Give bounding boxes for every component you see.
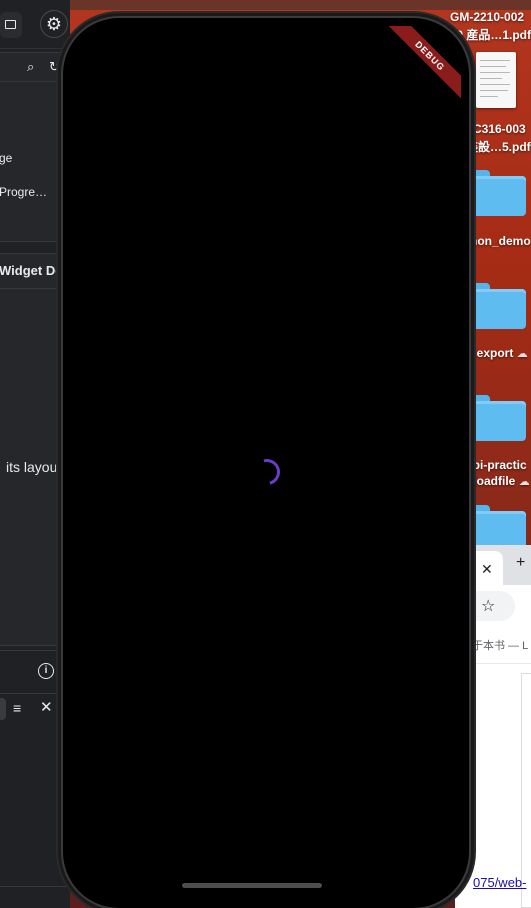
tree-item[interactable]: Progre…: [0, 185, 47, 199]
pdf-file-icon[interactable]: [476, 52, 516, 108]
folder-icon[interactable]: [466, 283, 526, 329]
gear-icon: ⚙: [45, 13, 63, 34]
details-title[interactable]: Widget Deta: [0, 263, 70, 278]
details-message: its layout.: [6, 459, 66, 475]
desktop-item-c316-filename[interactable]: 裝設…5.pdf: [466, 138, 531, 155]
new-tab-icon[interactable]: +: [516, 554, 525, 572]
app-screen[interactable]: DEBUG: [71, 26, 461, 900]
desktop-item-c316-label[interactable]: -C316-003: [469, 122, 526, 136]
folder-icon[interactable]: [466, 170, 526, 216]
device-icon: [5, 20, 16, 29]
devtools-panel: ⚙ ⌕ ↻ ge Progre… Widget Deta its layout.…: [0, 0, 70, 908]
desktop-item-sexport[interactable]: sexport ☁: [470, 346, 528, 360]
console-toolbar: ≡ ✕: [0, 694, 70, 728]
refresh-icon[interactable]: ↻: [49, 59, 60, 75]
loading-spinner: [249, 454, 285, 490]
cloud-icon: ☁: [516, 348, 528, 360]
search-icon[interactable]: ⌕: [27, 59, 34, 75]
filter-chip[interactable]: [0, 698, 6, 720]
devtools-toolbar: ⚙: [0, 0, 70, 49]
clear-log-icon[interactable]: ≡: [13, 700, 21, 716]
cloud-icon: ☁: [518, 476, 530, 488]
desktop-item-python-demo[interactable]: thon_demo: [466, 234, 531, 248]
home-indicator[interactable]: [182, 883, 322, 888]
info-icon[interactable]: i: [38, 663, 54, 679]
page-link[interactable]: 075/web-: [473, 875, 526, 890]
tree-item[interactable]: ge: [0, 151, 12, 165]
desktop-item-api-practice[interactable]: api-practic: [466, 458, 527, 472]
details-header: Widget Deta: [0, 254, 70, 289]
bookmark-star-icon[interactable]: ☆: [481, 596, 495, 616]
menubar: [70, 0, 531, 10]
widget-tree-panel: ⌕ ↻ ge Progre…: [0, 52, 69, 242]
iphone-simulator: DEBUG: [63, 18, 469, 908]
tree-search-bar: ⌕ ↻: [0, 53, 69, 82]
settings-button[interactable]: ⚙: [40, 10, 68, 38]
widget-details-panel: Widget Deta its layout.: [0, 253, 70, 646]
console-header: i: [0, 650, 70, 694]
desktop-item-uploadfile[interactable]: ploadfile ☁: [466, 474, 530, 488]
close-icon[interactable]: ✕: [40, 698, 53, 716]
device-toggle-button[interactable]: [0, 12, 22, 38]
debug-banner: DEBUG: [378, 26, 461, 108]
close-tab-icon[interactable]: ✕: [481, 561, 493, 578]
desktop-item-gm-label[interactable]: GM-2210-002: [450, 10, 524, 24]
bookmark-item[interactable]: 关于本书 — L: [461, 637, 528, 653]
page-content-card: [521, 673, 531, 908]
folder-icon[interactable]: [466, 395, 526, 441]
status-bar: [0, 886, 70, 908]
